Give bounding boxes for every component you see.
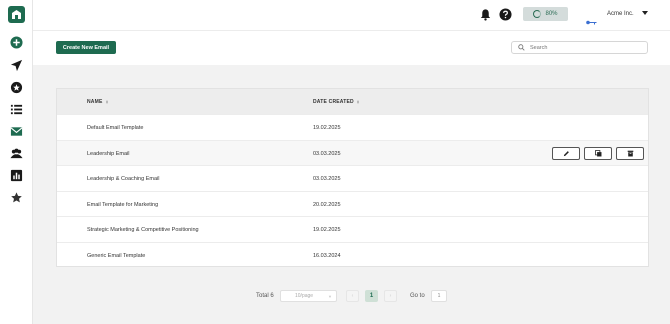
row-date: 03.03.2025 xyxy=(313,176,341,183)
goto-label: Go to xyxy=(410,293,425,299)
search-field[interactable] xyxy=(511,41,648,54)
row-date: 16.03.2024 xyxy=(313,253,341,259)
search-input[interactable] xyxy=(530,44,630,51)
progress-label: 80% xyxy=(545,11,558,17)
top-bar: 80% Acme Inc. xyxy=(33,0,670,30)
prev-page-button[interactable]: ‹ xyxy=(346,290,359,302)
row-date: 19.02.2025 xyxy=(313,125,341,131)
send-icon[interactable] xyxy=(9,58,23,72)
row-name: Email Template for Marketing xyxy=(87,201,159,208)
trash-icon xyxy=(627,150,633,157)
total-count: Total 6 xyxy=(256,293,274,299)
edit-button[interactable] xyxy=(552,146,580,160)
email-table: NAME DATE CREATED Default Email Template… xyxy=(56,88,649,267)
row-name: Strategic Marketing & Competitive Positi… xyxy=(87,227,199,234)
column-header-name[interactable]: NAME xyxy=(87,99,108,105)
page-size-value: 10/page xyxy=(295,293,314,299)
sort-icon[interactable] xyxy=(105,99,108,105)
table-header: NAME DATE CREATED xyxy=(57,89,648,114)
progress-ring-icon xyxy=(533,10,542,18)
row-date: 03.03.2025 xyxy=(313,150,341,157)
help-icon[interactable] xyxy=(499,8,512,21)
table-row[interactable]: Email Template for Marketing 20.02.2025 xyxy=(57,190,648,217)
table-row[interactable]: Generic Email Template 16.03.2024 xyxy=(57,242,648,268)
sort-icon[interactable] xyxy=(356,99,359,105)
row-date: 19.02.2025 xyxy=(313,227,341,234)
table-row[interactable]: Default Email Template 19.02.2025 xyxy=(57,114,648,140)
goto-input[interactable] xyxy=(431,290,447,302)
search-icon xyxy=(518,44,525,51)
email-icon[interactable] xyxy=(9,124,23,138)
add-circle-icon[interactable] xyxy=(9,35,23,49)
page-size-select[interactable]: 10/page ▼ xyxy=(280,290,337,302)
action-bar: Create New Email xyxy=(33,30,670,65)
row-name: Generic Email Template xyxy=(87,253,146,259)
create-email-button[interactable]: Create New Email xyxy=(56,41,116,54)
next-page-button[interactable]: › xyxy=(384,290,397,302)
row-name: Leadership Email xyxy=(87,150,130,157)
table-row[interactable]: Leadership & Coaching Email 03.03.2025 xyxy=(57,165,648,191)
chevron-down-icon: ▼ xyxy=(328,294,332,299)
row-name: Leadership & Coaching Email xyxy=(87,176,160,183)
reports-icon[interactable] xyxy=(9,168,23,182)
row-actions xyxy=(552,146,644,160)
progress-indicator: 80% xyxy=(523,7,568,21)
org-name[interactable]: Acme Inc. xyxy=(607,11,634,17)
delete-button[interactable] xyxy=(616,146,644,160)
pencil-icon xyxy=(563,150,569,156)
page-number[interactable]: 1 xyxy=(365,290,378,302)
app-logo[interactable] xyxy=(8,6,25,23)
contacts-icon[interactable] xyxy=(9,146,23,160)
row-date: 20.02.2025 xyxy=(313,201,341,208)
table-row[interactable]: Strategic Marketing & Competitive Positi… xyxy=(57,216,648,242)
chevron-down-icon[interactable] xyxy=(642,11,648,15)
key-icon xyxy=(586,12,597,25)
badge-icon[interactable] xyxy=(9,80,23,94)
star-icon[interactable] xyxy=(9,190,23,204)
duplicate-button[interactable] xyxy=(584,146,612,160)
bell-icon[interactable] xyxy=(479,8,492,21)
copy-icon xyxy=(594,149,601,157)
list-icon[interactable] xyxy=(9,102,23,116)
column-header-date[interactable]: DATE CREATED xyxy=(313,99,359,105)
table-row[interactable]: Leadership Email 03.03.2025 xyxy=(57,139,648,166)
row-name: Default Email Template xyxy=(87,125,144,131)
sidebar xyxy=(0,0,33,324)
